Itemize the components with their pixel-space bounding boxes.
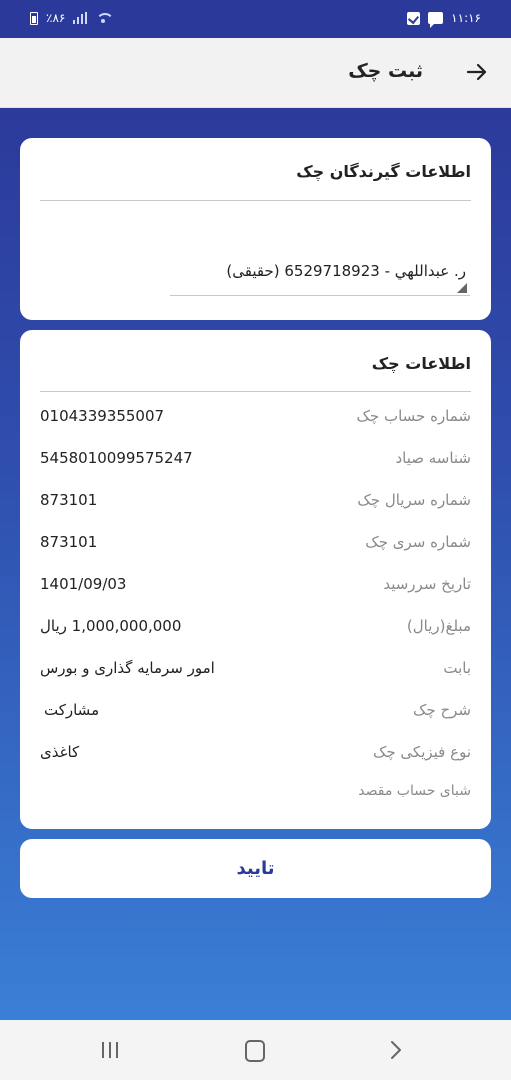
info-row-description: شرح چک مشارکت: [40, 701, 471, 725]
main-content: اطلاعات گیرندگان چک ر. عبداللهي - 652971…: [0, 108, 511, 1020]
battery-icon: [30, 11, 38, 25]
chevron-right-icon: [391, 1041, 401, 1059]
row-label: مبلغ(ریال): [406, 617, 471, 635]
row-value: 5458010099575247: [40, 449, 193, 467]
divider: [40, 200, 471, 201]
status-bar: ٪۸۶ ۱۱:۱۶: [0, 0, 511, 38]
info-row-series-number: شماره سری چک 873101: [40, 533, 471, 557]
info-row-due-date: تاریخ سررسید 1401/09/03: [40, 575, 471, 599]
row-label: شبای حساب مقصد: [358, 783, 471, 799]
row-value: مشارکت: [44, 701, 100, 719]
cheque-info-card: اطلاعات چک شماره حساب چک 0104339355007 ش…: [20, 330, 491, 829]
row-value: امور سرمایه گذاری و بورس: [40, 659, 215, 677]
info-row-reason: بابت امور سرمایه گذاری و بورس: [40, 659, 471, 683]
nav-back-button[interactable]: [382, 1038, 412, 1062]
row-value: کاغذی: [40, 743, 80, 761]
dropdown-arrow-icon: [457, 283, 467, 293]
receiver-select[interactable]: ر. عبداللهي - 6529718923 (حقیقی): [170, 252, 470, 296]
app-bar: ثبت چک: [0, 38, 511, 108]
row-value: 873101: [40, 491, 98, 509]
receivers-card: اطلاعات گیرندگان چک ر. عبداللهي - 652971…: [20, 138, 491, 320]
row-label: شماره حساب چک: [356, 407, 472, 425]
row-label: تاریخ سررسید: [383, 575, 471, 593]
divider: [40, 391, 471, 392]
info-row-account-number: شماره حساب چک 0104339355007: [40, 407, 471, 431]
row-label: شماره سریال چک: [357, 491, 471, 509]
back-button[interactable]: [465, 60, 489, 84]
select-underline: [170, 295, 470, 296]
receivers-card-title: اطلاعات گیرندگان چک: [296, 162, 471, 181]
row-label: شناسه صیاد: [395, 449, 471, 467]
checkbox-notification-icon: [407, 11, 421, 25]
receiver-select-value: ر. عبداللهي - 6529718923 (حقیقی): [226, 262, 466, 280]
status-time: ۱۱:۱۶: [451, 11, 481, 25]
home-button[interactable]: [240, 1038, 270, 1062]
row-label: بابت: [443, 659, 471, 677]
row-label: شماره سری چک: [365, 533, 471, 551]
battery-percent: ٪۸۶: [46, 11, 66, 25]
row-value: 1401/09/03: [40, 575, 127, 593]
page-title: ثبت چک: [348, 60, 423, 82]
info-row-amount: مبلغ(ریال) 1,000,000,000 ریال: [40, 617, 471, 641]
arrow-right-icon: [466, 63, 487, 81]
wifi-icon: [95, 12, 115, 24]
recents-button[interactable]: [96, 1038, 126, 1062]
signal-icon: [73, 12, 88, 24]
confirm-button[interactable]: تایید: [20, 839, 491, 898]
system-nav-bar: [0, 1020, 511, 1080]
row-value: 873101: [40, 533, 98, 551]
row-label: شرح چک: [413, 701, 471, 719]
info-row-destination-iban: شبای حساب مقصد: [40, 783, 471, 807]
info-row-serial-number: شماره سریال چک 873101: [40, 491, 471, 515]
cheque-card-title: اطلاعات چک: [371, 354, 471, 373]
row-label: نوع فیزیکی چک: [372, 743, 471, 761]
confirm-button-label: تایید: [236, 858, 275, 879]
info-row-physical-type: نوع فیزیکی چک کاغذی: [40, 743, 471, 767]
message-notification-icon: [428, 12, 444, 28]
row-value: 0104339355007: [40, 407, 165, 425]
info-row-sayad-id: شناسه صیاد 5458010099575247: [40, 449, 471, 473]
row-value: 1,000,000,000 ریال: [40, 617, 182, 635]
